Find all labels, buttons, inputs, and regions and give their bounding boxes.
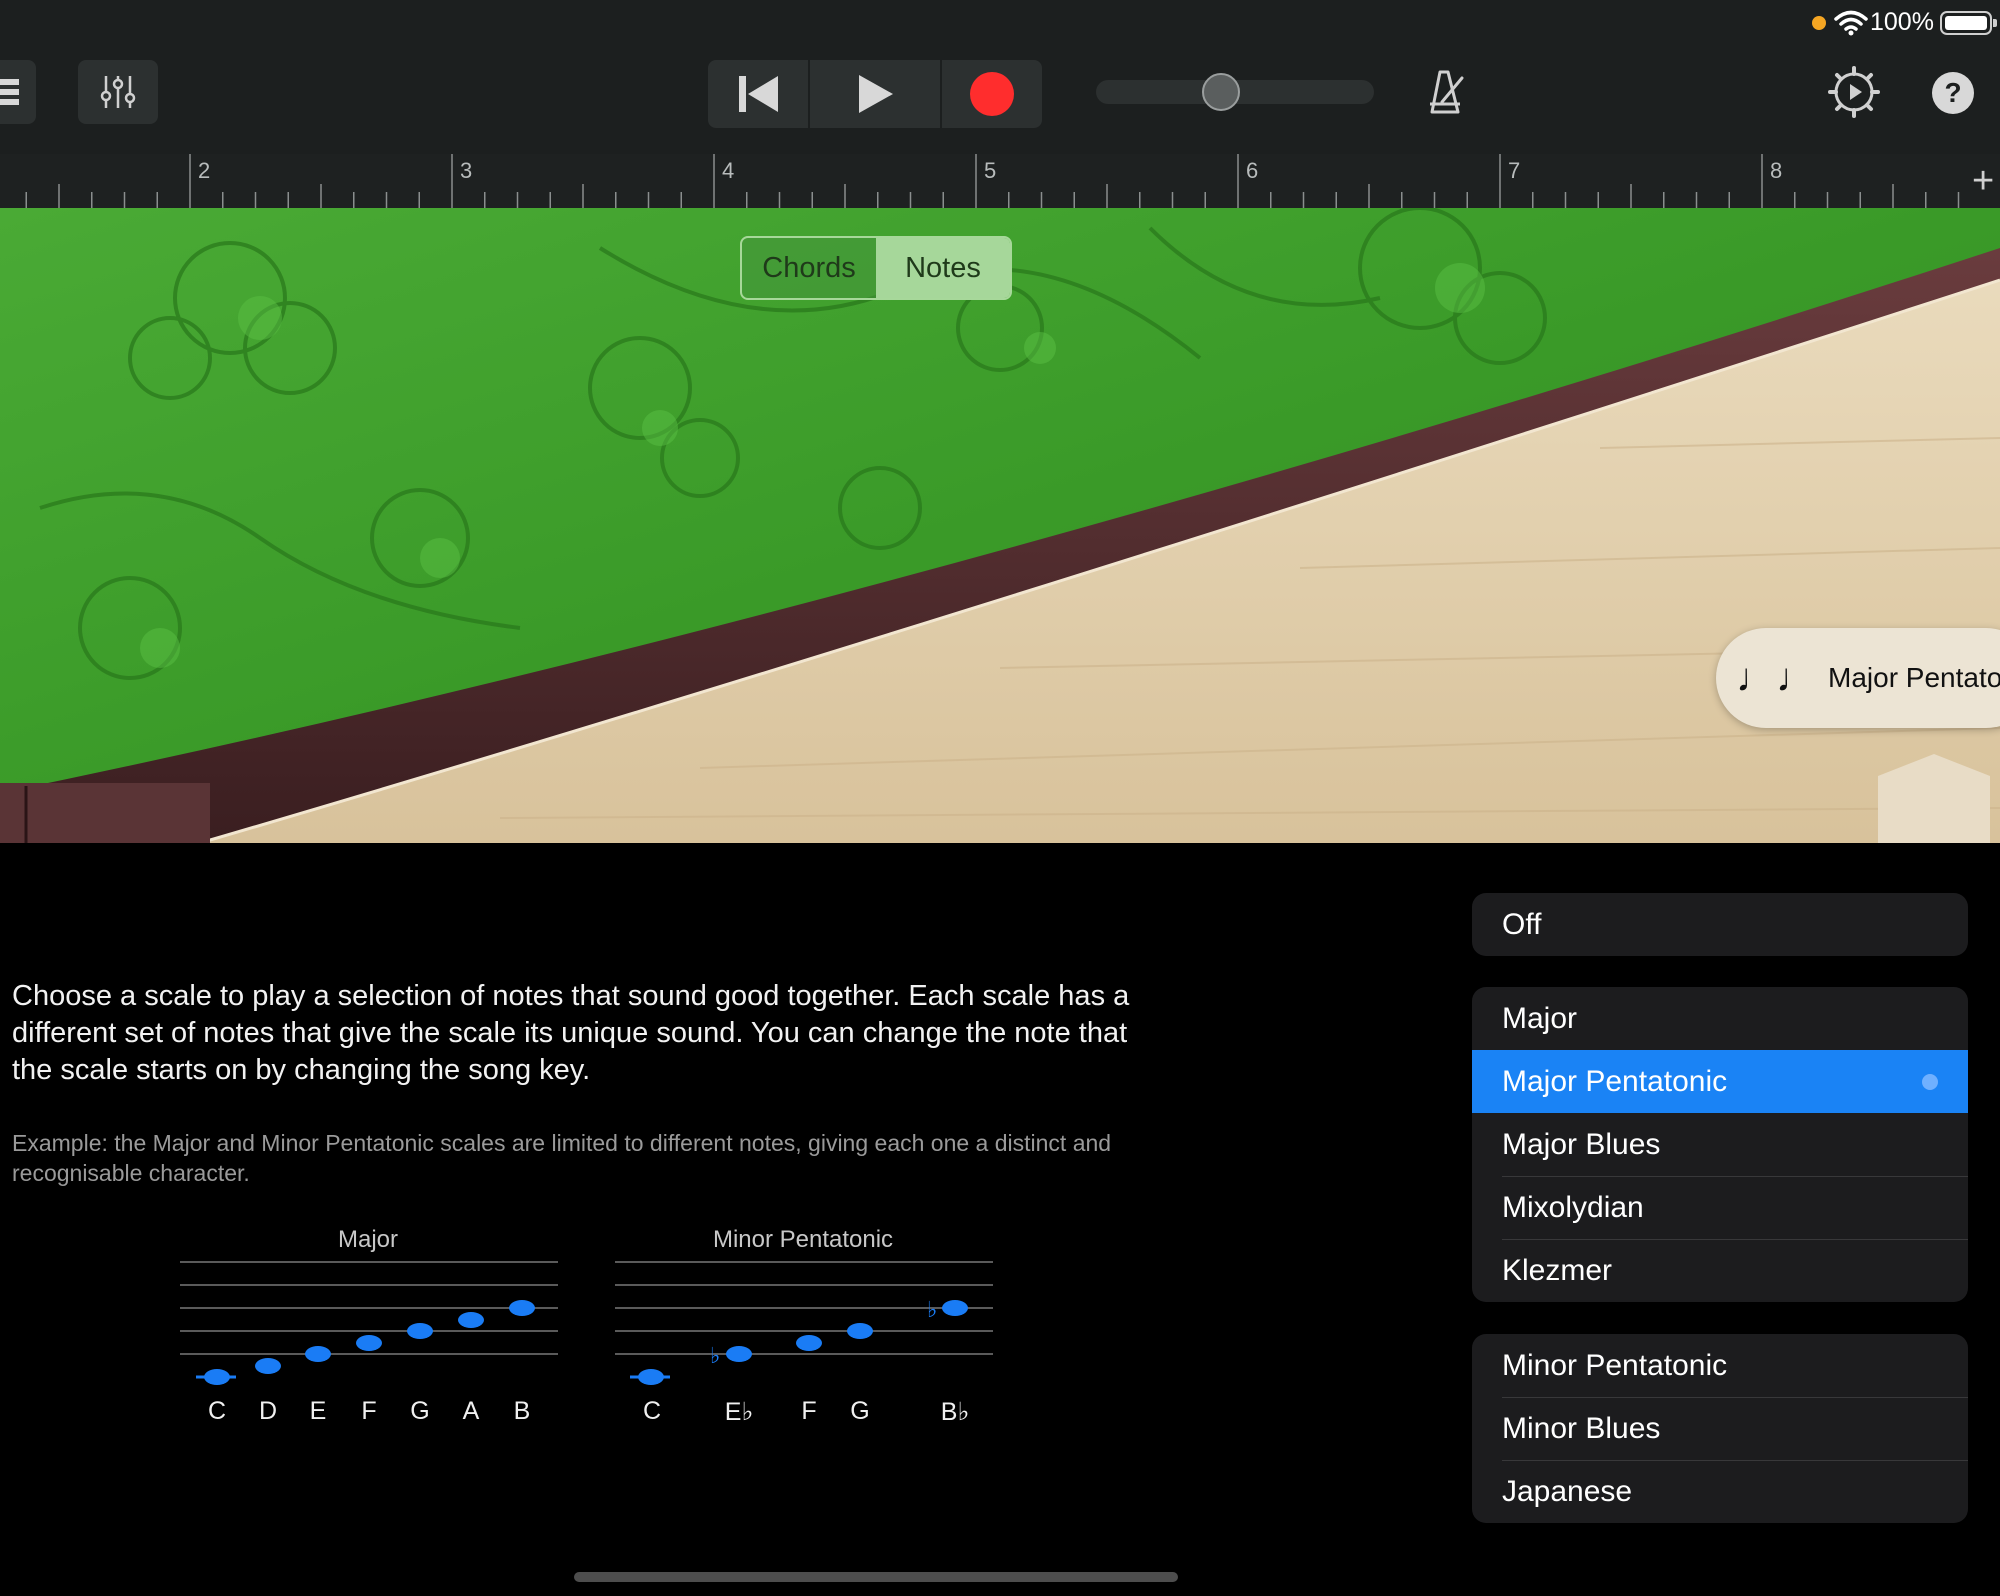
scale-option-japanese[interactable]: Japanese — [1472, 1460, 1968, 1523]
scale-option-klezmer[interactable]: Klezmer — [1472, 1239, 1968, 1302]
note-label: C — [642, 1397, 662, 1425]
notes-tab[interactable]: Notes — [876, 238, 1010, 298]
staff-note — [638, 1369, 664, 1385]
toolbar: ? — [0, 52, 2000, 154]
record-icon — [970, 72, 1014, 116]
staff-note — [255, 1358, 281, 1374]
wifi-icon — [1834, 10, 1868, 36]
ruler-bar-number: 7 — [1508, 158, 1521, 183]
transport-controls — [708, 60, 1042, 128]
scale-option-label: Japanese — [1502, 1474, 1633, 1508]
note-label: E♭ — [724, 1398, 754, 1426]
selected-indicator-dot — [1922, 1074, 1938, 1090]
scale-pill-label: Major Pentatonic — [1828, 662, 2000, 693]
scale-option-label: Mixolydian — [1502, 1190, 1644, 1224]
minor-pentatonic-staff-title: Minor Pentatonic — [712, 1226, 894, 1253]
add-section-button[interactable]: + — [1972, 162, 1994, 200]
status-bar: 100% — [0, 0, 2000, 52]
scale-option-label: Minor Pentatonic — [1502, 1348, 1728, 1382]
note-label: E — [309, 1397, 327, 1425]
notes-icon: ♩♩ — [1736, 655, 1816, 700]
play-icon — [859, 75, 893, 113]
home-indicator[interactable] — [574, 1572, 1178, 1582]
staff-note — [356, 1335, 382, 1351]
scale-option-major[interactable]: Major — [1472, 987, 1968, 1050]
staff-note — [847, 1323, 873, 1339]
flat-sign: ♭ — [710, 1344, 720, 1369]
scale-group-off: Off — [1472, 893, 1968, 956]
scale-option-minor-blues[interactable]: Minor Blues — [1472, 1397, 1968, 1460]
tracks-view-icon — [0, 79, 19, 105]
help-button[interactable]: ? — [1932, 72, 1974, 114]
scale-selector-pill[interactable]: ♩♩ Major Pentatonic — [1716, 628, 2000, 728]
staff-note — [509, 1300, 535, 1316]
scale-option-major-blues[interactable]: Major Blues — [1472, 1113, 1968, 1176]
recording-indicator-dot — [1812, 16, 1826, 30]
note-label: A — [462, 1397, 480, 1425]
ruler-bar-number: 8 — [1770, 158, 1783, 183]
scale-help-paragraph: Choose a scale to play a selection of no… — [12, 980, 1130, 1086]
ruler-bar-number: 2 — [198, 158, 211, 183]
major-staff-title: Major — [337, 1226, 398, 1253]
chords-notes-toggle: Chords Notes — [740, 236, 1012, 300]
tracks-view-button[interactable] — [0, 60, 36, 124]
staff-note — [458, 1312, 484, 1328]
scale-option-label: Minor Blues — [1502, 1411, 1661, 1445]
ruler-bar-number: 3 — [460, 158, 473, 183]
record-button[interactable] — [942, 60, 1042, 128]
major-staff — [180, 1261, 558, 1385]
flat-sign: ♭ — [927, 1298, 937, 1323]
settings-icon[interactable] — [1828, 66, 1880, 118]
volume-slider-knob[interactable] — [1202, 73, 1240, 111]
bridge-peg[interactable] — [1878, 754, 1990, 843]
staff-note — [942, 1300, 968, 1316]
note-label: G — [850, 1397, 870, 1425]
note-label: G — [410, 1397, 430, 1425]
chords-tab[interactable]: Chords — [742, 238, 876, 298]
scale-option-mixolydian[interactable]: Mixolydian — [1472, 1176, 1968, 1239]
scale-option-major-pentatonic[interactable]: Major Pentatonic — [1472, 1050, 1968, 1113]
staff-note — [726, 1346, 752, 1362]
scale-option-label: Major Pentatonic — [1502, 1064, 1728, 1098]
scale-option-off[interactable]: Off — [1472, 893, 1968, 956]
scale-help-example: Example: the Major and Minor Pentatonic … — [12, 1130, 1112, 1186]
guzheng-instrument[interactable]: Chords Notes ♩♩ Major Pentatonic — [0, 208, 2000, 843]
staff-note — [204, 1369, 230, 1385]
minor-pentatonic-staff: ♭ ♭ — [615, 1261, 993, 1385]
note-label: B♭ — [940, 1398, 970, 1426]
rewind-button[interactable] — [708, 60, 808, 128]
mixer-button[interactable] — [78, 60, 158, 124]
ruler-bar-number: 6 — [1246, 158, 1259, 183]
battery-icon — [1940, 11, 1997, 35]
note-label: F — [801, 1397, 817, 1425]
scale-group-major: Major Major Pentatonic Major Blues Mixol… — [1472, 987, 1968, 1302]
play-button[interactable] — [810, 60, 940, 128]
help-icon: ? — [1944, 77, 1962, 108]
scale-option-label: Major — [1502, 1001, 1578, 1035]
scale-option-minor-pentatonic[interactable]: Minor Pentatonic — [1472, 1334, 1968, 1397]
mixer-icon — [100, 76, 136, 108]
timeline-ruler[interactable]: 2 3 4 5 6 7 8 + — [0, 154, 2000, 208]
ruler-ticks — [25, 154, 1960, 208]
instrument-body — [0, 208, 2000, 843]
staff-note — [796, 1335, 822, 1351]
note-label: C — [207, 1397, 227, 1425]
ruler-bar-number: 4 — [722, 158, 735, 183]
battery-percent: 100% — [1870, 8, 1934, 36]
rewind-icon — [739, 76, 778, 112]
scale-option-label: Klezmer — [1502, 1253, 1613, 1287]
scale-group-minor: Minor Pentatonic Minor Blues Japanese — [1472, 1334, 1968, 1523]
staff-note — [407, 1323, 433, 1339]
note-label: F — [361, 1397, 377, 1425]
metronome-icon[interactable] — [1418, 66, 1470, 118]
ruler-bar-number: 5 — [984, 158, 997, 183]
staff-note — [305, 1346, 331, 1362]
note-label: D — [258, 1397, 278, 1425]
note-label: B — [513, 1397, 531, 1425]
scale-option-label: Major Blues — [1502, 1127, 1661, 1161]
